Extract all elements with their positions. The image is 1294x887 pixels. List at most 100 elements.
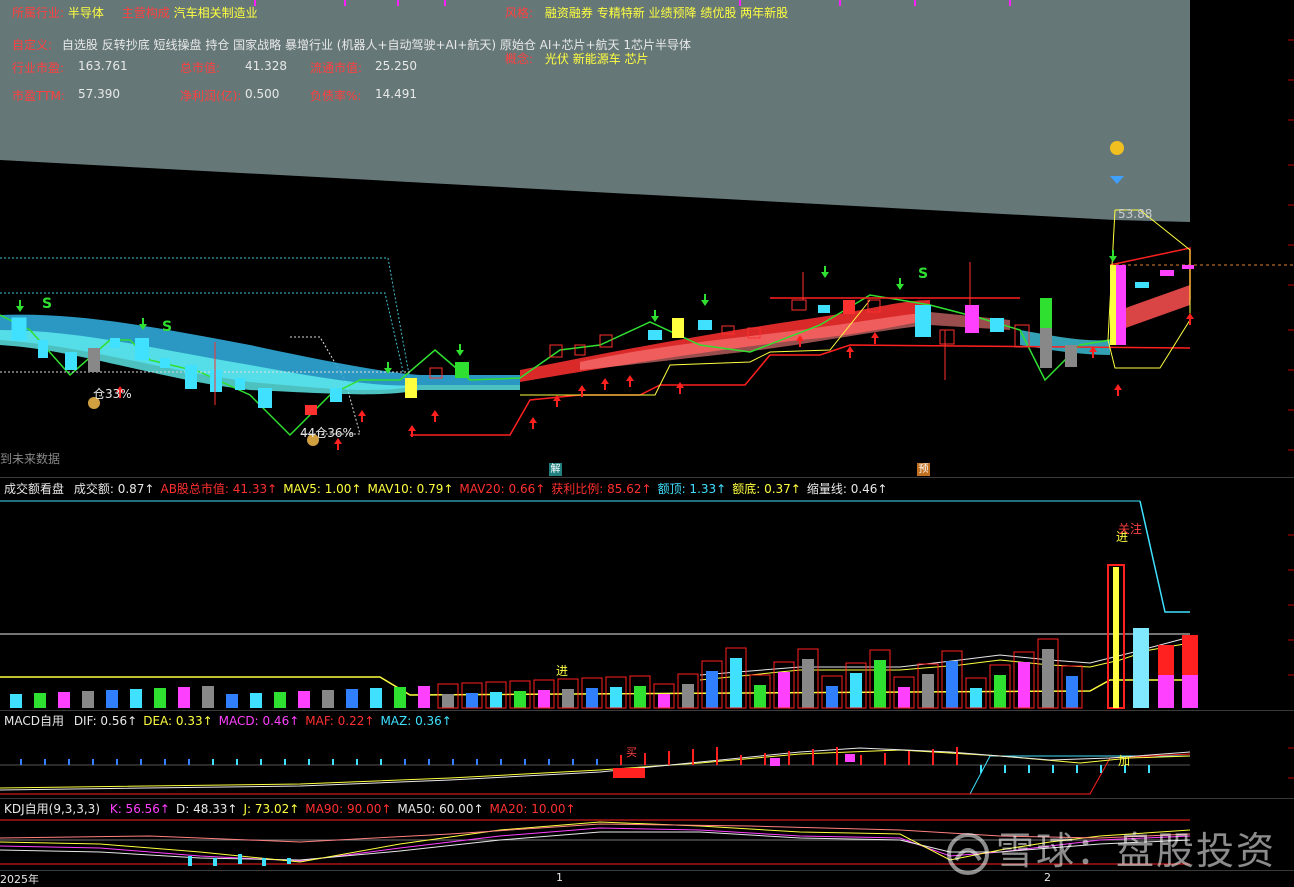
macd-bar [116, 759, 118, 765]
month-1-label: 1 [556, 871, 563, 884]
macd-marker-buy: 买 [626, 746, 637, 759]
macd-indicator-item: MAF: 0.22↑ [305, 714, 375, 728]
volume-indicator-item: 缩量线: 0.46↑ [806, 482, 888, 496]
volume-indicator-item: MAV20: 0.66↑ [459, 482, 546, 496]
macd-bar [740, 755, 742, 765]
macd-bar [140, 759, 142, 765]
volume-indicator-item: MAV5: 1.00↑ [283, 482, 362, 496]
price-high-label: 53.88 [1118, 207, 1153, 221]
volume-bar [34, 693, 46, 708]
volume-bar [682, 684, 694, 708]
style-value: 融资融券 专精特新 业绩预降 绩优股 两年新股 [544, 6, 789, 20]
style-label: 风格: [505, 6, 534, 20]
volume-bar [898, 687, 910, 708]
ind-pe-value: 163.761 [78, 59, 128, 73]
macd-bar [212, 759, 214, 765]
macd-bar [500, 759, 502, 765]
volume-bar [274, 692, 286, 708]
volume-bar [10, 694, 22, 708]
volume-bar [874, 660, 886, 708]
macd-panel-header: MACD自用 DIF: 0.56↑ DEA: 0.33↑ MACD: 0.46↑ MA… [4, 712, 464, 729]
macd-indicator-item: MACD: 0.46↑ [218, 714, 300, 728]
macd-bar [284, 759, 286, 765]
macd-bar [884, 753, 886, 765]
ind-pe-label: 行业市盈: [12, 61, 65, 75]
volume-bar [394, 687, 406, 708]
marker-yu[interactable]: 预 [917, 463, 930, 476]
volume-bar [346, 689, 358, 708]
volume-bar [538, 690, 550, 708]
kdj-indicator-item: D: 48.33↑ [175, 802, 238, 816]
net-profit-label: 净利润(亿): [180, 89, 242, 103]
volume-bar [778, 672, 790, 708]
volume-bar [370, 688, 382, 708]
macd-bar [788, 751, 790, 765]
marker-jie[interactable]: 解 [549, 463, 562, 476]
custom-label: 自定义: [12, 38, 53, 52]
volume-marker-jin: 进 [556, 664, 569, 678]
kdj-panel-header: KDJ自用(9,3,3,3) K: 56.56↑ D: 48.33↑ J: 73.0… [4, 800, 588, 817]
macd-bar [716, 747, 718, 765]
macd-bar [308, 759, 310, 765]
macd-bar [236, 759, 238, 765]
kdj-indicator-item: K: 56.56↑ [109, 802, 170, 816]
macd-bar [44, 759, 46, 765]
volume-bar [82, 691, 94, 708]
volume-bar [850, 673, 862, 708]
volume-bar [130, 689, 142, 708]
main-business-label: 主营构成 [121, 6, 170, 20]
macd-bar [980, 765, 982, 773]
volume-indicator-item: 额顶: 1.33↑ [657, 482, 727, 496]
macd-bar [668, 751, 670, 765]
macd-bar [620, 755, 622, 765]
volume-bar [106, 690, 118, 708]
macd-bar [476, 759, 478, 765]
industry-value: 半导体 [67, 6, 104, 20]
main-business-value: 汽车相关制造业 [173, 6, 258, 20]
volume-bar [58, 692, 70, 708]
macd-bar [908, 751, 910, 765]
macd-bar [452, 759, 454, 765]
volume-panel-title: 成交额看盘 [4, 482, 65, 496]
volume-bar [706, 671, 718, 708]
volume-bar [154, 688, 166, 708]
macd-bar [644, 753, 646, 765]
macd-panel-title: MACD自用 [4, 714, 64, 728]
volume-bar [226, 694, 238, 708]
kdj-indicator-item: MA20: 10.00↑ [489, 802, 576, 816]
macd-indicator-item: DIF: 0.56↑ [73, 714, 138, 728]
volume-bar [442, 694, 454, 708]
concept-value: 光伏 新能源车 芯片 [544, 52, 649, 66]
watermark-text: 雪球：盘股投资 [996, 829, 1277, 873]
volume-bar [178, 687, 190, 708]
macd-bar [188, 759, 190, 765]
projection-zone [0, 0, 1190, 222]
volume-indicator-item: 额底: 0.37↑ [732, 482, 801, 496]
pe-ttm-value: 57.390 [78, 87, 120, 101]
industry-row: 所属行业: 半导体 主营构成 汽车相关制造业 [12, 4, 258, 21]
macd-bar [860, 755, 862, 765]
volume-bar [586, 688, 598, 708]
macd-bar [1100, 765, 1102, 773]
macd-bar [836, 747, 838, 765]
volume-bar [826, 686, 838, 708]
volume-bar [730, 658, 742, 708]
volume-indicator-item: AB股总市值: 41.33↑ [160, 482, 278, 496]
volume-bar [922, 674, 934, 708]
macd-bar [260, 759, 262, 765]
volume-bar [466, 693, 478, 708]
kdj-panel-title: KDJ自用(9,3,3,3) [4, 802, 100, 816]
watermark: 雪球：盘股投资 [946, 820, 1276, 876]
kdj-indicator-item: MA90: 90.00↑ [305, 802, 392, 816]
volume-bar [634, 686, 646, 708]
volume-bar [610, 687, 622, 708]
macd-bar [692, 749, 694, 765]
snowball-logo-icon [947, 832, 989, 875]
macd-chart[interactable] [0, 728, 1294, 798]
industry-label: 所属行业: [12, 6, 65, 20]
macd-bar [764, 753, 766, 765]
macd-bar [92, 759, 94, 765]
macd-bar [1004, 765, 1006, 773]
volume-chart[interactable] [0, 495, 1294, 710]
macd-bar [812, 749, 814, 765]
